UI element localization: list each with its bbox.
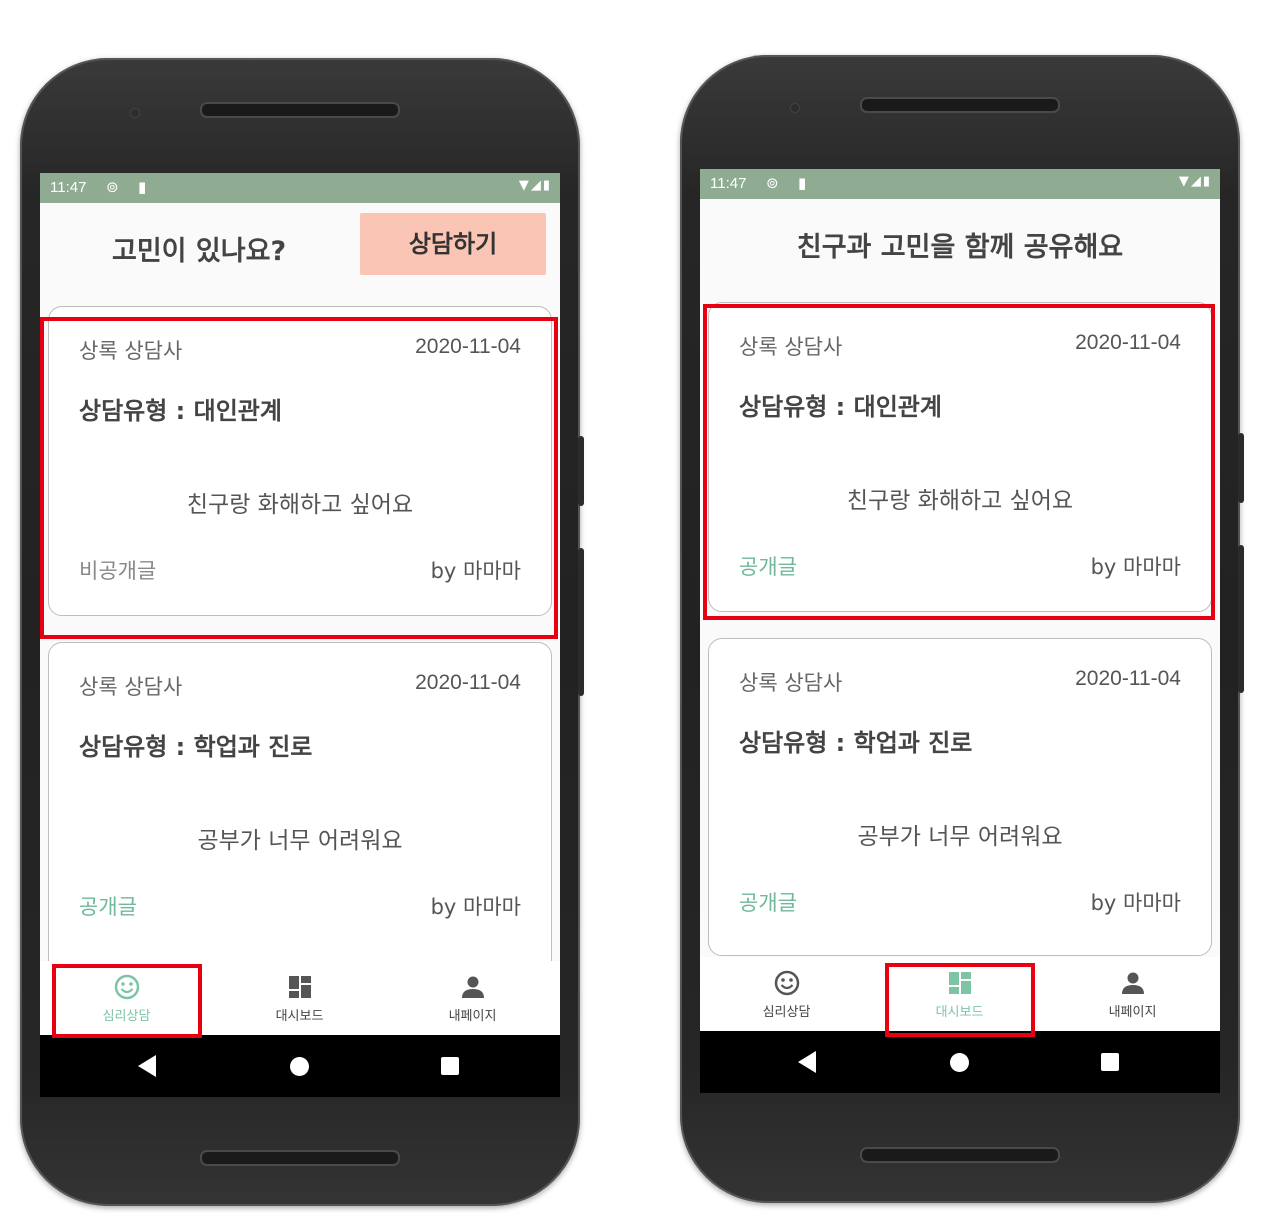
bottom-navigation: 심리상담 대시보드 내페이지 — [700, 957, 1220, 1031]
home-icon[interactable] — [290, 1057, 309, 1076]
screen-left: 11:47 ⊚ ▮ ▼◢▮ 고민이 있나요? 상담하기 상록 상담사 2020-… — [40, 173, 560, 1097]
front-camera — [130, 108, 140, 118]
visibility-label: 공개글 — [739, 555, 797, 579]
bottom-speaker — [200, 1150, 400, 1166]
screen-right: 11:47 ⊚ ▮ ▼◢▮ 친구과 고민을 함께 공유해요 상록 상담사 202… — [700, 169, 1220, 1093]
post-date: 2020-11-04 — [415, 671, 521, 694]
phone-right: 11:47 ⊚ ▮ ▼◢▮ 친구과 고민을 함께 공유해요 상록 상담사 202… — [680, 55, 1244, 1203]
nav-item-dashboard[interactable]: 대시보드 — [213, 961, 386, 1035]
status-time: 11:47 — [710, 175, 747, 192]
author-label: by 마마마 — [1090, 891, 1181, 915]
person-icon — [1121, 972, 1144, 994]
status-bar: 11:47 ⊚ ▮ ▼◢▮ — [700, 169, 1220, 199]
post-content: 공부가 너무 어려워요 — [197, 828, 403, 854]
home-icon[interactable] — [950, 1053, 969, 1072]
recent-apps-icon[interactable] — [1101, 1053, 1119, 1071]
post-date: 2020-11-04 — [1075, 667, 1181, 690]
counselor-name: 상록 상담사 — [79, 675, 183, 699]
phone-left: 11:47 ⊚ ▮ ▼◢▮ 고민이 있나요? 상담하기 상록 상담사 2020-… — [20, 58, 584, 1206]
author-label: by 마마마 — [430, 559, 521, 583]
nav-item-counseling[interactable]: 심리상담 — [40, 961, 213, 1035]
nav-item-dashboard[interactable]: 대시보드 — [873, 957, 1046, 1031]
page-title: 고민이 있나요? — [112, 236, 287, 267]
nav-label: 내페이지 — [1108, 1005, 1157, 1020]
counselor-name: 상록 상담사 — [739, 671, 843, 695]
consult-card[interactable]: 상록 상담사 2020-11-04 상담유형 : 대인관계 친구랑 화해하고 싶… — [708, 302, 1212, 612]
nav-label: 내페이지 — [448, 1009, 497, 1024]
nav-label: 심리상담 — [102, 1009, 151, 1024]
consult-type: 상담유형 : 대인관계 — [739, 393, 942, 421]
author-label: by 마마마 — [1090, 555, 1181, 579]
sd-card-icon: ▮ — [798, 174, 807, 192]
post-content: 공부가 너무 어려워요 — [857, 824, 1063, 850]
bottom-speaker — [860, 1147, 1060, 1163]
smiley-icon — [774, 970, 799, 996]
top-speaker — [200, 102, 400, 118]
nav-item-mypage[interactable]: 내페이지 — [386, 961, 559, 1035]
consult-type: 상담유형 : 학업과 진로 — [739, 729, 973, 757]
author-label: by 마마마 — [430, 895, 521, 919]
status-bar: 11:47 ⊚ ▮ ▼◢▮ — [40, 173, 560, 203]
sync-icon: ⊚ — [106, 178, 119, 196]
sd-card-icon: ▮ — [138, 178, 147, 196]
nav-label: 심리상담 — [762, 1005, 811, 1020]
status-time: 11:47 — [50, 179, 87, 196]
consult-card[interactable]: 상록 상담사 2020-11-04 상담유형 : 학업과 진로 공부가 너무 어… — [708, 638, 1212, 956]
front-camera — [790, 103, 800, 113]
consult-card[interactable]: 상록 상담사 2020-11-04 상담유형 : 학업과 진로 공부가 너무 어… — [48, 642, 552, 974]
system-nav-bar — [700, 1031, 1220, 1093]
sync-icon: ⊚ — [766, 174, 779, 192]
consult-card[interactable]: 상록 상담사 2020-11-04 상담유형 : 대인관계 친구랑 화해하고 싶… — [48, 306, 552, 616]
visibility-label: 공개글 — [739, 891, 797, 915]
system-nav-bar — [40, 1035, 560, 1097]
back-icon[interactable] — [138, 1055, 156, 1077]
power-button — [1238, 545, 1244, 693]
post-content: 친구랑 화해하고 싶어요 — [186, 492, 414, 518]
signal-battery-icons: ▼◢▮ — [1178, 174, 1212, 189]
consult-button[interactable]: 상담하기 — [360, 213, 546, 275]
smiley-icon — [114, 974, 139, 1000]
top-speaker — [860, 97, 1060, 113]
nav-label: 대시보드 — [275, 1009, 324, 1024]
nav-item-counseling[interactable]: 심리상담 — [700, 957, 873, 1031]
volume-button — [1238, 433, 1244, 503]
signal-battery-icons: ▼◢▮ — [518, 178, 552, 193]
volume-button — [578, 436, 584, 506]
visibility-label: 공개글 — [79, 895, 137, 919]
dashboard-icon — [288, 976, 311, 998]
post-date: 2020-11-04 — [1075, 331, 1181, 354]
post-date: 2020-11-04 — [415, 335, 521, 358]
consult-type: 상담유형 : 학업과 진로 — [79, 733, 313, 761]
page-title: 친구과 고민을 함께 공유해요 — [796, 232, 1124, 263]
recent-apps-icon[interactable] — [441, 1057, 459, 1075]
power-button — [578, 548, 584, 696]
bottom-navigation: 심리상담 대시보드 내페이지 — [40, 961, 560, 1035]
dashboard-icon — [948, 972, 971, 994]
post-content: 친구랑 화해하고 싶어요 — [846, 488, 1074, 514]
back-icon[interactable] — [798, 1051, 816, 1073]
counselor-name: 상록 상담사 — [79, 339, 183, 363]
nav-item-mypage[interactable]: 내페이지 — [1046, 957, 1219, 1031]
person-icon — [461, 976, 484, 998]
visibility-label: 비공개글 — [79, 559, 157, 583]
nav-label: 대시보드 — [935, 1005, 984, 1020]
counselor-name: 상록 상담사 — [739, 335, 843, 359]
consult-type: 상담유형 : 대인관계 — [79, 397, 282, 425]
